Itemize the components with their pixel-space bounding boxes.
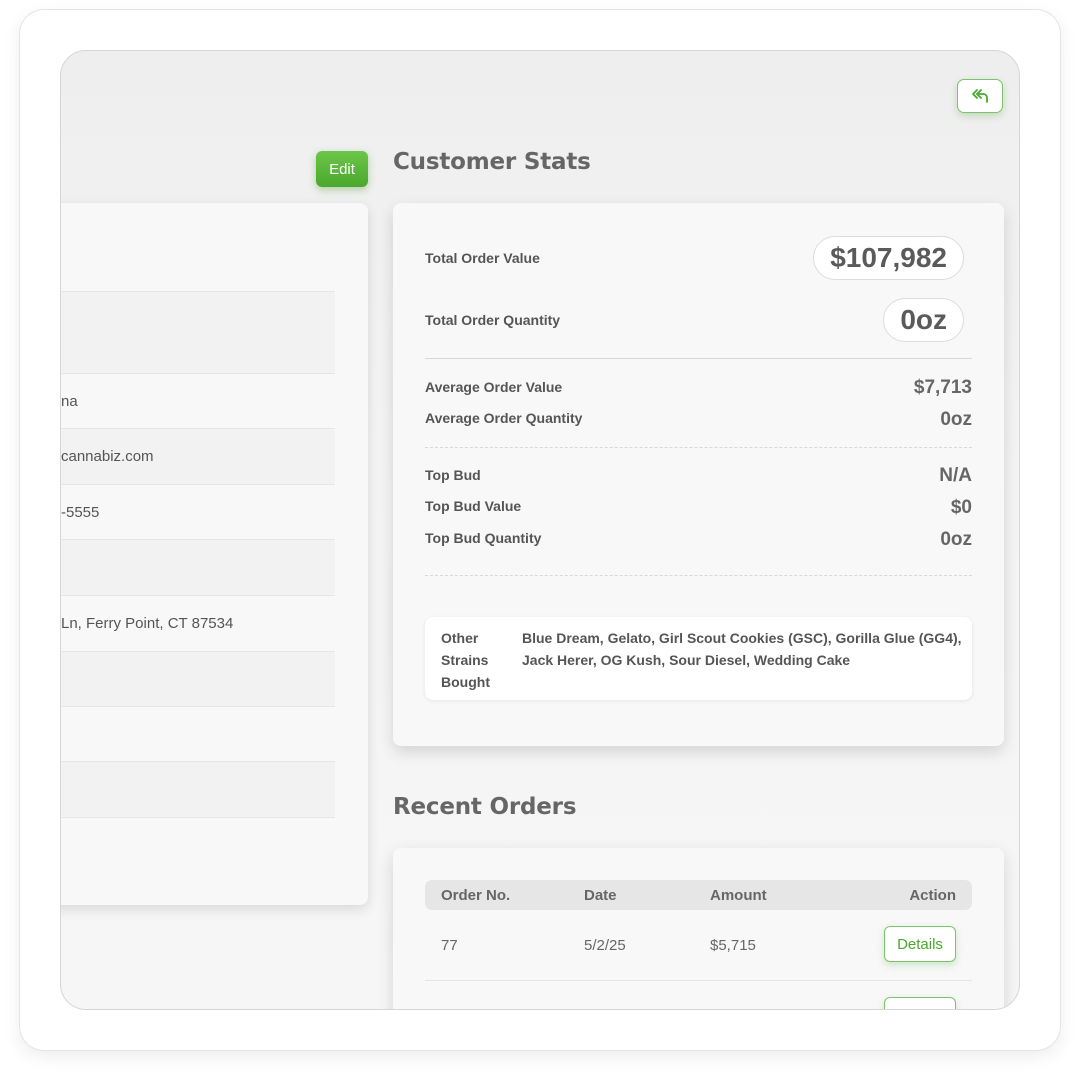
header-action: Action: [909, 886, 956, 904]
divider: [425, 447, 972, 448]
profile-row: [61, 291, 335, 373]
total-order-value-label: Total Order Value: [425, 250, 540, 266]
divider: [425, 358, 972, 359]
order-date: 5/2/25: [584, 936, 626, 954]
order-no: 71: [441, 981, 458, 1009]
divider: [425, 575, 972, 576]
details-button[interactable]: Details: [884, 997, 956, 1009]
profile-row: [61, 761, 335, 817]
profile-row-name: na: [61, 373, 335, 428]
orders-table-header: Order No. Date Amount Action: [425, 880, 972, 910]
profile-row-phone: -5555: [61, 484, 335, 539]
customer-detail-screen: Edit na cannabiz.com -5555 Ln, Ferry Poi…: [60, 50, 1020, 1010]
total-order-quantity-pill: 0oz: [883, 298, 964, 342]
profile-row-email: cannabiz.com: [61, 428, 335, 484]
header-date: Date: [584, 886, 617, 904]
top-bud-label: Top Bud: [425, 467, 481, 483]
profile-row-address: Ln, Ferry Point, CT 87534: [61, 595, 335, 651]
other-strains-value: Blue Dream, Gelato, Girl Scout Cookies (…: [522, 630, 962, 668]
customer-stats-title: Customer Stats: [393, 149, 591, 175]
profile-row: [61, 706, 335, 761]
order-amount: $7,830: [710, 981, 756, 1009]
details-button[interactable]: Details: [884, 926, 956, 962]
top-bud-quantity-label: Top Bud Quantity: [425, 530, 542, 546]
profile-row: [61, 539, 335, 595]
order-no: 77: [441, 936, 458, 954]
recent-orders-card: Order No. Date Amount Action 77 5/2/25 $…: [393, 848, 1004, 1009]
reply-icon: [972, 89, 988, 103]
average-order-value: $7,713: [913, 377, 972, 398]
header-amount: Amount: [710, 886, 767, 904]
profile-row: [61, 651, 335, 706]
total-order-quantity-label: Total Order Quantity: [425, 312, 561, 328]
top-bud-value-text: N/A: [939, 465, 972, 486]
header-order-no: Order No.: [441, 886, 511, 904]
table-row: 77 5/2/25 $5,715 Details: [425, 910, 972, 980]
customer-profile-card: na cannabiz.com -5555 Ln, Ferry Point, C…: [61, 203, 368, 905]
average-order-quantity-label: Average Order Quantity: [425, 410, 583, 426]
top-bud-value: $0: [950, 497, 972, 518]
edit-button[interactable]: Edit: [316, 151, 368, 187]
top-bud-value-label: Top Bud Value: [425, 498, 522, 514]
other-strains-label: Other Strains Bought: [441, 630, 490, 690]
back-button[interactable]: [957, 79, 1003, 113]
customer-stats-card: Total Order Value $107,982 Total Order Q…: [393, 203, 1004, 746]
average-order-value-label: Average Order Value: [425, 379, 563, 395]
recent-orders-title: Recent Orders: [393, 794, 577, 820]
total-order-value-pill: $107,982: [813, 236, 964, 280]
order-amount: $5,715: [710, 936, 756, 954]
order-date: 4/16/25: [584, 981, 634, 1009]
top-bud-quantity: 0oz: [940, 529, 972, 550]
average-order-quantity: 0oz: [940, 409, 972, 430]
profile-row: [61, 817, 335, 873]
table-row: 71 4/16/25 $7,830 Details: [425, 980, 972, 1009]
other-strains-box: Other Strains Bought Blue Dream, Gelato,…: [425, 617, 972, 700]
